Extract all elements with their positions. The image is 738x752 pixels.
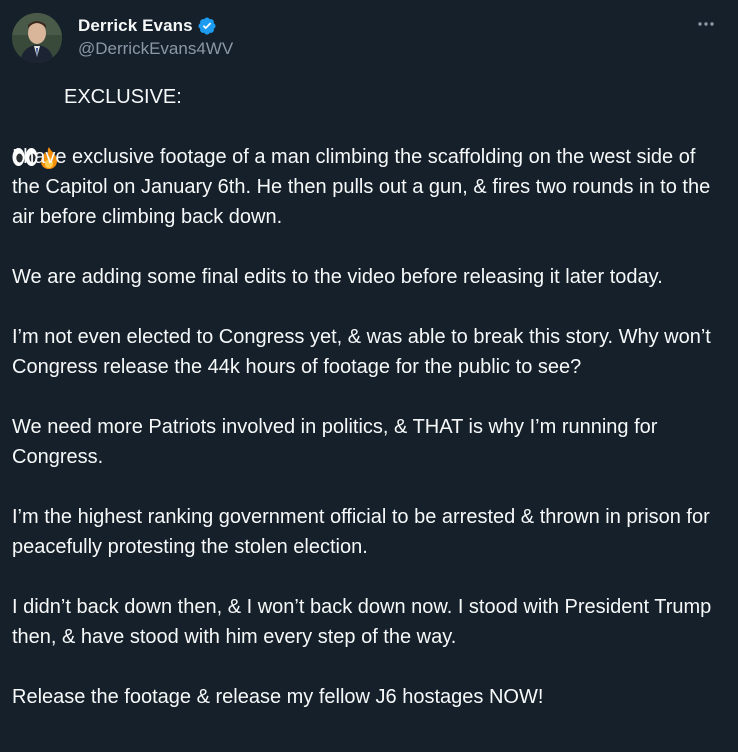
tweet-header: EXCLUSIVE: xyxy=(64,86,182,108)
tweet-paragraph: We need more Patriots involved in politi… xyxy=(12,416,664,468)
name-row: Derrick Evans xyxy=(78,14,233,38)
tweet: Derrick Evans @DerrickEvans4WV EXCLUSIVE… xyxy=(0,0,738,752)
tweet-text: EXCLUSIVE: I have exclusive footage of a… xyxy=(12,82,724,742)
more-options-button[interactable] xyxy=(694,14,718,38)
tweet-paragraph: I’m not even elected to Congress yet, & … xyxy=(12,326,717,378)
verified-badge-icon[interactable] xyxy=(197,16,217,36)
author-block: Derrick Evans @DerrickEvans4WV xyxy=(78,14,233,59)
tweet-paragraph: I didn’t back down then, & I won’t back … xyxy=(12,596,717,648)
handle[interactable]: @DerrickEvans4WV xyxy=(78,39,233,59)
eyes-emoji-icon xyxy=(12,86,38,166)
display-name[interactable]: Derrick Evans xyxy=(78,16,193,36)
avatar[interactable] xyxy=(12,13,62,63)
tweet-paragraph: We are adding some final edits to the vi… xyxy=(12,266,663,288)
emoji-group xyxy=(12,86,60,169)
more-options-icon xyxy=(696,14,716,39)
tweet-paragraph: Release the footage & release my fellow … xyxy=(12,686,544,708)
tweet-paragraph: I have exclusive footage of a man climbi… xyxy=(12,146,716,228)
tweet-header-line: EXCLUSIVE: xyxy=(12,82,724,169)
tweet-paragraph: I’m the highest ranking government offic… xyxy=(12,506,716,558)
fire-emoji-icon xyxy=(38,86,60,169)
